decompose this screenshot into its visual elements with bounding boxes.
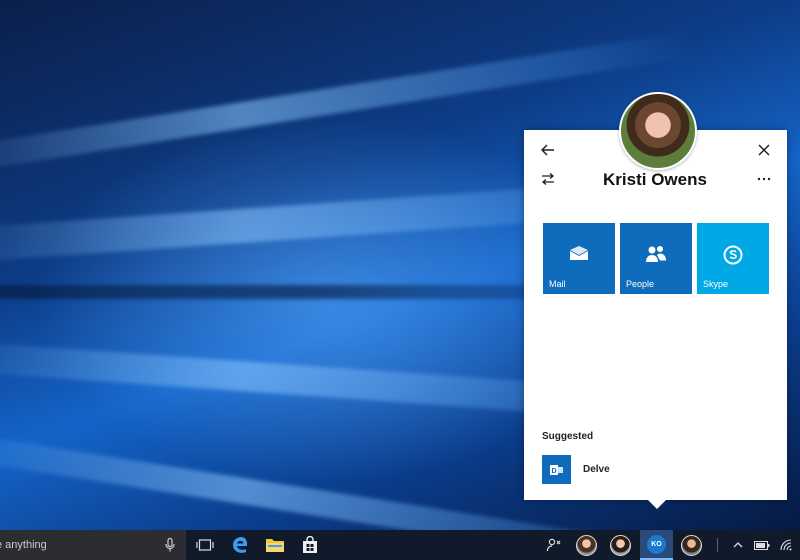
- contact-avatar-small: [609, 534, 631, 556]
- microphone-icon[interactable]: [165, 538, 175, 552]
- flyout-pointer: [647, 499, 667, 509]
- contact-avatar-small: [575, 534, 597, 556]
- contact-avatar-small: [680, 534, 702, 556]
- close-button[interactable]: [752, 138, 776, 162]
- chevron-up-icon: [733, 542, 743, 548]
- swap-arrows-icon: [541, 173, 555, 185]
- search-input[interactable]: e anything: [0, 539, 47, 551]
- close-icon: [758, 144, 770, 156]
- people-icon: [646, 246, 666, 262]
- task-view-button[interactable]: [193, 533, 217, 557]
- store-bag-icon: [303, 536, 317, 553]
- switch-contact-button[interactable]: [536, 167, 560, 191]
- more-options-button[interactable]: [752, 167, 776, 191]
- skype-tile-label: Skype: [703, 279, 729, 289]
- mail-tile[interactable]: Mail: [543, 223, 615, 294]
- wifi-icon: [780, 539, 792, 551]
- people-tile-label: People: [626, 279, 655, 289]
- people-hub-icon: [546, 538, 561, 552]
- skype-tile[interactable]: Skype: [697, 223, 769, 294]
- taskbar: e anything KO: [0, 530, 800, 560]
- skype-icon: [723, 245, 743, 265]
- back-arrow-icon: [541, 144, 554, 156]
- people-tile[interactable]: People: [620, 223, 692, 294]
- file-explorer-taskbar-button[interactable]: [263, 533, 287, 557]
- back-button[interactable]: [536, 138, 560, 162]
- store-taskbar-button[interactable]: [298, 533, 322, 557]
- mail-tile-label: Mail: [549, 279, 566, 289]
- battery-icon: [754, 540, 770, 550]
- taskbar-search-box[interactable]: e anything: [0, 530, 186, 560]
- pinned-contact-2[interactable]: [608, 533, 632, 557]
- edge-taskbar-button[interactable]: [228, 533, 252, 557]
- contact-name: Kristi Owens: [603, 170, 707, 189]
- contact-avatar: [619, 92, 697, 170]
- folder-icon: [266, 539, 284, 552]
- edge-browser-icon: [233, 537, 248, 553]
- suggested-app-delve[interactable]: D Delve: [542, 455, 610, 484]
- mail-icon: [570, 246, 588, 260]
- delve-icon: D: [542, 455, 571, 484]
- pinned-contact-4[interactable]: [679, 533, 703, 557]
- contact-initials-badge: KO: [647, 535, 666, 554]
- battery-button[interactable]: [750, 533, 774, 557]
- svg-text:D: D: [551, 468, 556, 475]
- more-dots-icon: [757, 177, 771, 181]
- taskbar-divider: [717, 538, 718, 552]
- task-view-icon: [196, 539, 214, 551]
- people-hub-button[interactable]: [542, 533, 566, 557]
- network-button[interactable]: [774, 533, 798, 557]
- pinned-contact-1[interactable]: [574, 533, 598, 557]
- show-hidden-icons-button[interactable]: [726, 533, 750, 557]
- pinned-contact-ko-active[interactable]: KO: [640, 530, 673, 560]
- suggested-heading: Suggested: [542, 431, 594, 442]
- suggested-app-label: Delve: [583, 464, 610, 475]
